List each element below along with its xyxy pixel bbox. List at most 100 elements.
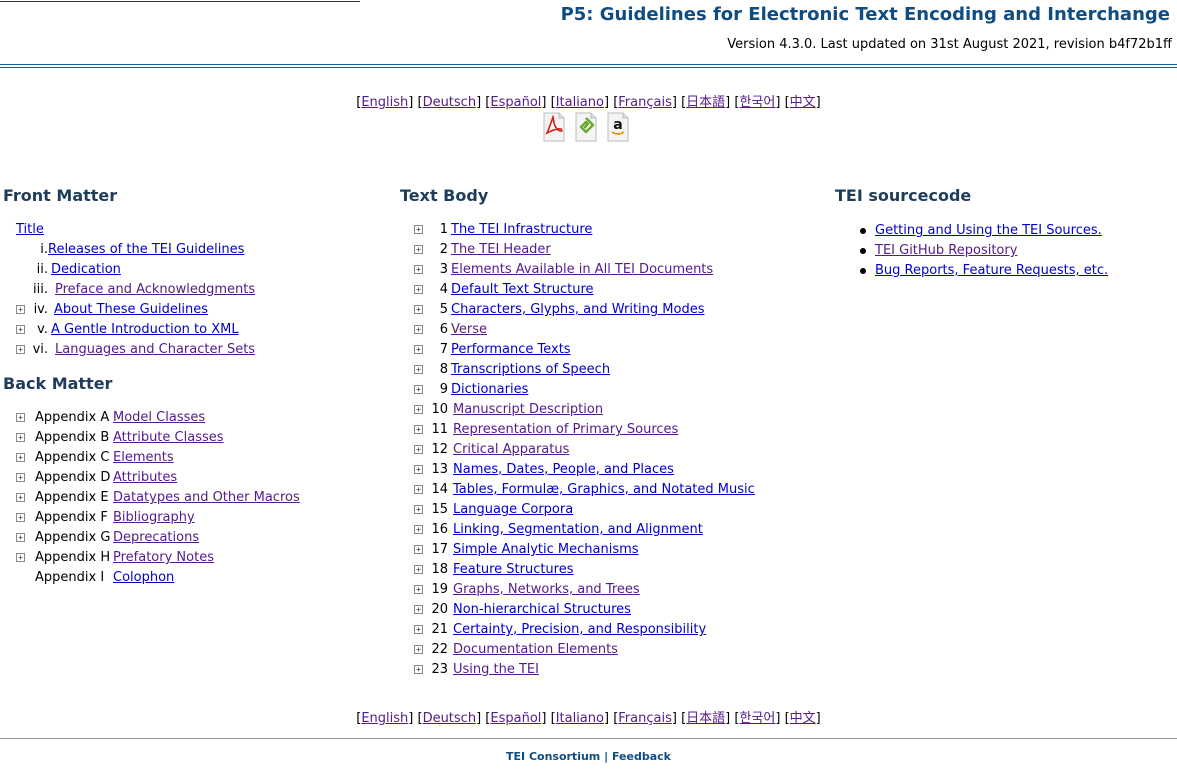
expand-toggle-icon[interactable]: + bbox=[16, 533, 25, 542]
expand-toggle-icon[interactable]: + bbox=[414, 525, 423, 534]
sourcecode-link[interactable]: TEI GitHub Repository bbox=[875, 241, 1017, 261]
chapter-link[interactable]: Documentation Elements bbox=[453, 640, 618, 660]
expand-toggle-icon[interactable]: + bbox=[414, 385, 423, 394]
expand-toggle-icon[interactable]: + bbox=[414, 365, 423, 374]
front-matter-link[interactable]: A Gentle Introduction to XML bbox=[51, 320, 239, 340]
language-link[interactable]: English bbox=[361, 95, 408, 110]
chapter-link[interactable]: Dictionaries bbox=[451, 380, 528, 400]
expand-toggle-icon[interactable]: + bbox=[414, 545, 423, 554]
language-link[interactable]: 日本語 bbox=[686, 711, 725, 726]
expand-toggle-icon[interactable]: + bbox=[414, 305, 423, 314]
front-matter-link[interactable]: Releases of the TEI Guidelines bbox=[48, 240, 244, 260]
expand-toggle-icon[interactable]: + bbox=[16, 513, 25, 522]
back-matter-link[interactable]: Colophon bbox=[113, 568, 174, 588]
chapter-number: 9 bbox=[439, 382, 448, 397]
chapter-link[interactable]: Tables, Formulæ, Graphics, and Notated M… bbox=[453, 480, 755, 500]
chapter-link[interactable]: Default Text Structure bbox=[451, 280, 594, 300]
chapter-number: 21 bbox=[431, 622, 448, 637]
front-matter-link[interactable]: Dedication bbox=[51, 260, 121, 280]
language-link[interactable]: English bbox=[361, 711, 408, 726]
expand-toggle-icon[interactable]: + bbox=[414, 465, 423, 474]
expand-toggle-icon[interactable]: + bbox=[414, 645, 423, 654]
language-link[interactable]: Français bbox=[618, 711, 672, 726]
chapter-link[interactable]: Manuscript Description bbox=[453, 400, 603, 420]
back-matter-link[interactable]: Attribute Classes bbox=[113, 428, 224, 448]
sourcecode-link[interactable]: Getting and Using the TEI Sources. bbox=[875, 221, 1102, 241]
back-matter-link[interactable]: Model Classes bbox=[113, 408, 205, 428]
tei-consortium-link[interactable]: TEI Consortium bbox=[506, 750, 600, 763]
expand-toggle-icon[interactable]: + bbox=[414, 265, 423, 274]
language-link[interactable]: Deutsch bbox=[423, 711, 477, 726]
back-matter-link[interactable]: Datatypes and Other Macros bbox=[113, 488, 300, 508]
language-link[interactable]: 中文 bbox=[790, 95, 816, 110]
expand-toggle-icon[interactable]: + bbox=[414, 285, 423, 294]
chapter-link[interactable]: Transcriptions of Speech bbox=[451, 360, 610, 380]
expand-toggle-icon[interactable]: + bbox=[414, 225, 423, 234]
expand-toggle-icon[interactable]: + bbox=[414, 345, 423, 354]
back-matter-link[interactable]: Elements bbox=[113, 448, 174, 468]
title-link[interactable]: Title bbox=[16, 222, 44, 237]
expand-toggle-icon[interactable]: + bbox=[414, 625, 423, 634]
language-link[interactable]: Français bbox=[618, 95, 672, 110]
chapter-link[interactable]: Characters, Glyphs, and Writing Modes bbox=[451, 300, 704, 320]
expand-toggle-icon[interactable]: + bbox=[414, 485, 423, 494]
expand-toggle-icon[interactable]: + bbox=[414, 405, 423, 414]
expand-toggle-icon[interactable]: + bbox=[414, 565, 423, 574]
expand-toggle-icon[interactable]: + bbox=[414, 425, 423, 434]
expand-toggle-icon[interactable]: + bbox=[414, 605, 423, 614]
language-link[interactable]: 한국어 bbox=[739, 95, 775, 110]
expand-toggle-icon[interactable]: + bbox=[16, 473, 25, 482]
front-matter-link[interactable]: Preface and Acknowledgments bbox=[55, 280, 255, 300]
expand-toggle-icon[interactable]: + bbox=[16, 413, 25, 422]
version-info: Version 4.3.0. Last updated on 31st Augu… bbox=[727, 37, 1172, 52]
front-matter-link[interactable]: About These Guidelines bbox=[54, 300, 208, 320]
language-link[interactable]: Deutsch bbox=[423, 95, 477, 110]
chapter-link[interactable]: Elements Available in All TEI Documents bbox=[451, 260, 713, 280]
back-matter-link[interactable]: Attributes bbox=[113, 468, 177, 488]
chapter-link[interactable]: Language Corpora bbox=[453, 500, 573, 520]
sourcecode-link[interactable]: Bug Reports, Feature Requests, etc. bbox=[875, 261, 1108, 281]
chapter-link[interactable]: Names, Dates, People, and Places bbox=[453, 460, 674, 480]
chapter-link[interactable]: Critical Apparatus bbox=[453, 440, 569, 460]
chapter-link[interactable]: Graphs, Networks, and Trees bbox=[453, 580, 640, 600]
expand-toggle-icon[interactable]: + bbox=[414, 325, 423, 334]
back-matter-link[interactable]: Bibliography bbox=[113, 508, 195, 528]
expand-toggle-icon[interactable]: + bbox=[16, 553, 25, 562]
amazon-icon[interactable]: a bbox=[605, 112, 631, 142]
chapter-number: 5 bbox=[439, 302, 448, 317]
expand-toggle-icon[interactable]: + bbox=[414, 505, 423, 514]
chapter-link[interactable]: The TEI Infrastructure bbox=[451, 220, 592, 240]
item-number: vi. bbox=[32, 342, 48, 357]
chapter-link[interactable]: Performance Texts bbox=[451, 340, 571, 360]
language-link[interactable]: Español bbox=[490, 95, 541, 110]
language-link[interactable]: Italiano bbox=[556, 711, 604, 726]
language-link[interactable]: 日本語 bbox=[686, 95, 725, 110]
chapter-link[interactable]: Feature Structures bbox=[453, 560, 574, 580]
chapter-link[interactable]: Verse bbox=[451, 320, 487, 340]
back-matter-link[interactable]: Deprecations bbox=[113, 528, 199, 548]
language-link[interactable]: 中文 bbox=[790, 711, 816, 726]
chapter-link[interactable]: Certainty, Precision, and Responsibility bbox=[453, 620, 706, 640]
expand-toggle-icon[interactable]: + bbox=[414, 665, 423, 674]
expand-toggle-icon[interactable]: + bbox=[414, 585, 423, 594]
front-matter-link[interactable]: Languages and Character Sets bbox=[55, 340, 255, 360]
expand-toggle-icon[interactable]: + bbox=[414, 245, 423, 254]
pdf-icon[interactable] bbox=[541, 112, 567, 142]
chapter-link[interactable]: Representation of Primary Sources bbox=[453, 420, 678, 440]
language-link[interactable]: 한국어 bbox=[739, 711, 775, 726]
language-link[interactable]: Español bbox=[490, 711, 541, 726]
expand-toggle-icon[interactable]: + bbox=[16, 493, 25, 502]
expand-toggle-icon[interactable]: + bbox=[16, 453, 25, 462]
chapter-link[interactable]: Using the TEI bbox=[453, 660, 539, 680]
expand-toggle-icon[interactable]: + bbox=[16, 433, 25, 442]
chapter-link[interactable]: Linking, Segmentation, and Alignment bbox=[453, 520, 703, 540]
chapter-link[interactable]: Simple Analytic Mechanisms bbox=[453, 540, 639, 560]
back-matter-link[interactable]: Prefatory Notes bbox=[113, 548, 214, 568]
expand-toggle-icon[interactable]: + bbox=[414, 445, 423, 454]
epub-icon[interactable] bbox=[573, 112, 599, 142]
feedback-link[interactable]: Feedback bbox=[612, 750, 671, 763]
chapter-link[interactable]: Non-hierarchical Structures bbox=[453, 600, 631, 620]
chapter-number: 1 bbox=[439, 222, 448, 237]
chapter-link[interactable]: The TEI Header bbox=[451, 240, 551, 260]
language-link[interactable]: Italiano bbox=[556, 95, 604, 110]
